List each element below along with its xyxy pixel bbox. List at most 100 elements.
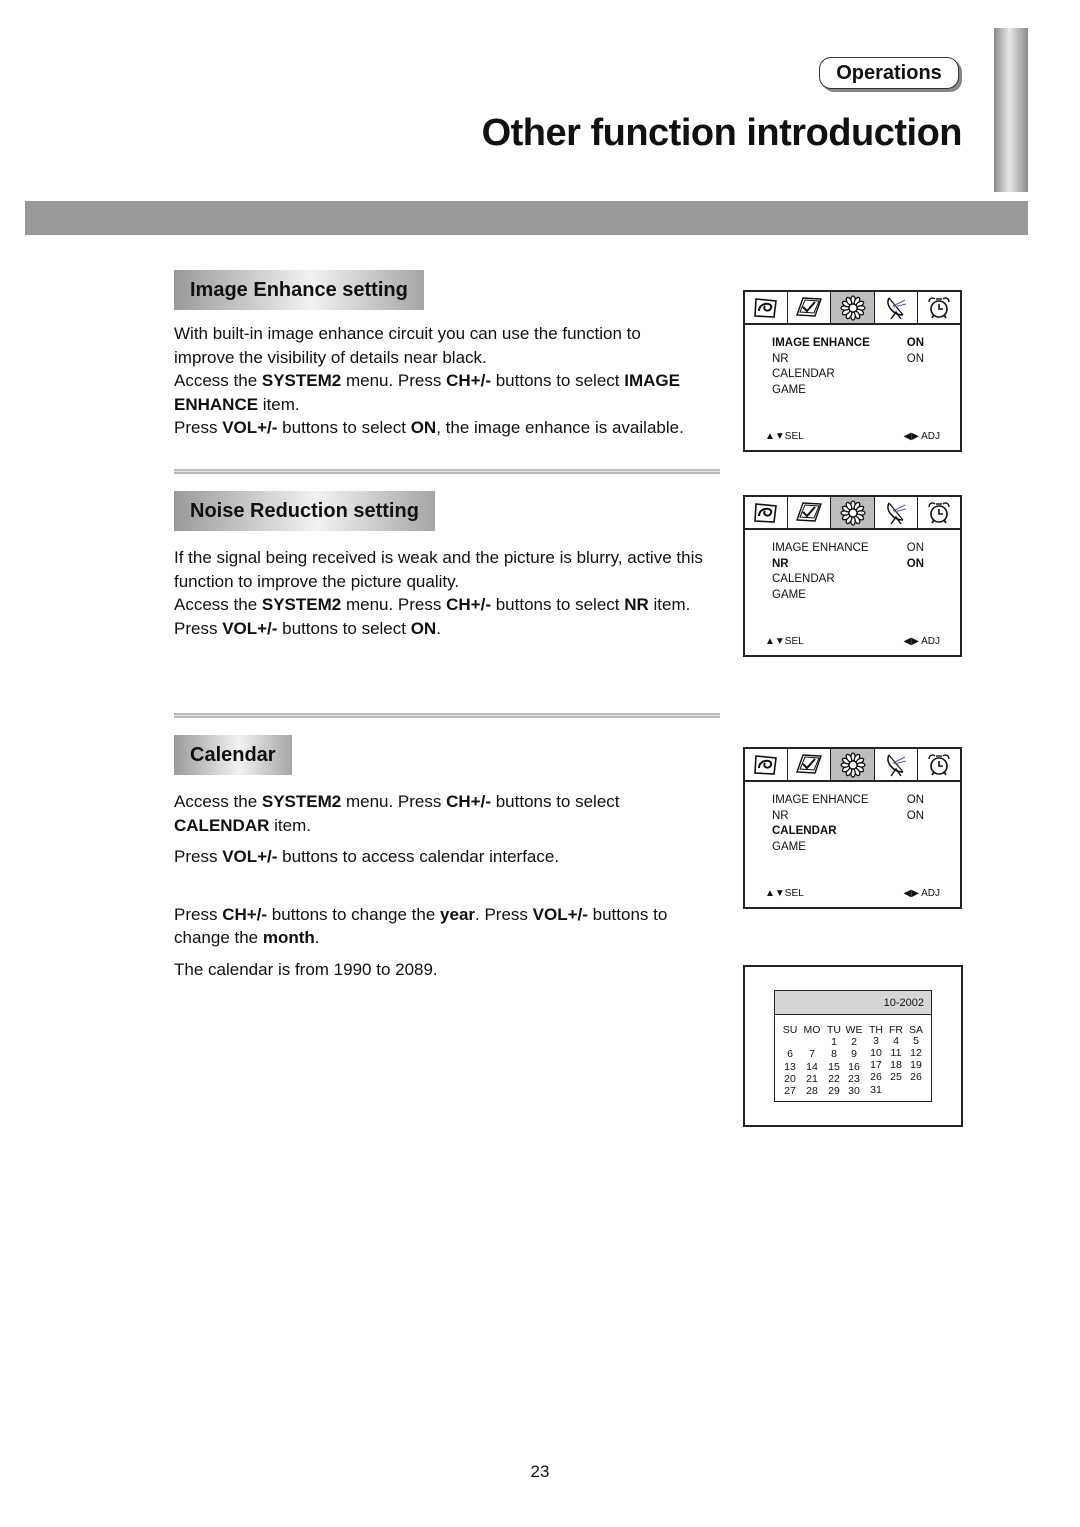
calendar-day: 28	[806, 1085, 818, 1098]
satellite-dish-icon	[875, 497, 918, 528]
alarm-clock-icon	[918, 749, 960, 780]
osd-item-label: NR	[772, 557, 789, 570]
text-run: The calendar is from 1990 to 2089.	[174, 959, 438, 979]
picture-icon	[745, 497, 789, 528]
bold-term: VOL+/-	[222, 618, 278, 638]
osd-tab-bar	[745, 497, 960, 530]
osd-item-value: ON	[906, 542, 924, 554]
osd-menu-item: NR ON	[772, 809, 924, 825]
calendar-panel: 10-2002 SU MO TU WE TH FR SA 1 2 3 4 5 6 7 8 9 10 11 12 13 1…	[774, 990, 932, 1102]
header-band	[25, 201, 1028, 235]
bold-term: CH+/-	[222, 904, 268, 924]
bold-term: VOL+/-	[222, 847, 278, 866]
osd-footer: ▲▼SEL ◀▶ ADJ	[765, 636, 940, 647]
text-run: menu. Press	[341, 595, 447, 614]
calendar-day: 14	[806, 1060, 818, 1073]
osd-item-label: CALENDAR	[772, 368, 835, 380]
osd-tab-bar	[745, 292, 960, 325]
osd-menu-screen: IMAGE ENHANCE ON NR ON CALENDAR GAME ▲▼SEL ◀▶ A…	[743, 290, 962, 452]
calendar-day: 15	[828, 1060, 840, 1073]
bold-term: SYSTEM2	[261, 595, 342, 614]
text-run: buttons to select	[277, 418, 411, 437]
bold-term: year	[440, 904, 476, 924]
text-run: , the image enhance is available.	[436, 418, 684, 437]
osd-menu-item: NR ON	[772, 557, 924, 573]
osd-footer: ▲▼SEL ◀▶ ADJ	[765, 431, 940, 442]
adjust-hint: ◀▶ ADJ	[903, 636, 941, 647]
osd-item-value: ON	[906, 794, 924, 806]
bold-term: month	[262, 928, 315, 947]
calendar-weekday: WE	[845, 1024, 863, 1036]
satellite-dish-icon	[875, 292, 918, 323]
osd-item-label: IMAGE ENHANCE	[772, 794, 869, 806]
calendar-day: 3	[873, 1034, 879, 1047]
section-divider	[174, 713, 720, 718]
section-heading-calendar: Calendar	[174, 735, 292, 775]
text-run: buttons to select	[490, 371, 625, 390]
calendar-weekday: SU	[782, 1024, 798, 1036]
calendar-day: 27	[784, 1085, 796, 1098]
system-gear-icon	[831, 497, 875, 528]
checkmark-icon	[788, 497, 832, 528]
osd-menu-item: NR ON	[772, 352, 924, 368]
text-run: If the signal being received is weak and…	[174, 548, 703, 591]
calendar-day: 30	[848, 1085, 860, 1098]
calendar-day: 13	[784, 1060, 796, 1073]
osd-item-label: CALENDAR	[772, 573, 835, 585]
calendar-month-year: 10-2002	[775, 991, 931, 1015]
bold-term: VOL+/-	[222, 418, 278, 437]
text-run: buttons to change the	[267, 904, 441, 924]
paragraph: Press VOL+/- buttons to access calendar …	[174, 845, 704, 869]
osd-menu-item: CALENDAR	[772, 824, 924, 840]
text-run: Press	[174, 418, 223, 437]
section-body-image-enhance: With built-in image enhance circuit you …	[174, 322, 704, 440]
calendar-day: 18	[890, 1059, 902, 1072]
text-run: buttons to access calendar interface.	[277, 847, 560, 866]
select-hint: ▲▼SEL	[765, 431, 804, 442]
osd-menu-screen: IMAGE ENHANCE ON NR ON CALENDAR GAME ▲▼SEL ◀▶ A…	[743, 747, 962, 909]
section-body-calendar: Access the SYSTEM2 menu. Press CH+/- but…	[174, 790, 704, 981]
text-run: buttons to select	[277, 618, 411, 638]
adjust-hint: ◀▶ ADJ	[903, 431, 941, 442]
text-run: item.	[258, 394, 300, 414]
osd-item-value: ON	[906, 337, 924, 349]
calendar-day: 22	[828, 1072, 840, 1085]
paragraph: Press VOL+/- buttons to select ON, the i…	[174, 416, 704, 440]
osd-item-value: ON	[906, 557, 924, 570]
section-body-noise-reduction: If the signal being received is weak and…	[174, 546, 704, 640]
calendar-day: 6	[787, 1048, 793, 1061]
text-run: Press	[174, 904, 223, 924]
checkmark-icon	[788, 292, 832, 323]
calendar-day: 8	[831, 1048, 837, 1061]
adjust-hint: ◀▶ ADJ	[903, 888, 941, 899]
text-run: menu. Press	[341, 371, 447, 390]
calendar-day: 31	[870, 1083, 882, 1096]
calendar-day: 20	[784, 1072, 796, 1085]
calendar-day: 26	[870, 1071, 882, 1084]
calendar-screen: 10-2002 SU MO TU WE TH FR SA 1 2 3 4 5 6 7 8 9 10 11 12 13 1…	[743, 965, 963, 1127]
paragraph: Access the SYSTEM2 menu. Press CH+/- but…	[174, 790, 704, 837]
osd-menu-body: IMAGE ENHANCE ON NR ON CALENDAR GAME ▲▼SEL ◀▶ A…	[745, 782, 960, 907]
calendar-weekday: MO	[803, 1024, 821, 1036]
paragraph: Access the SYSTEM2 menu. Press CH+/- but…	[174, 369, 704, 416]
osd-item-label: IMAGE ENHANCE	[772, 542, 869, 554]
osd-menu-body: IMAGE ENHANCE ON NR ON CALENDAR GAME ▲▼SEL ◀▶ A…	[745, 530, 960, 655]
paragraph: If the signal being received is weak and…	[174, 546, 704, 593]
bold-term: NR	[624, 595, 649, 614]
text-run: .	[314, 928, 320, 947]
text-run: Access the	[174, 595, 262, 614]
text-run: . Press	[475, 904, 533, 924]
text-run: Press	[174, 618, 223, 638]
bold-term: ON	[410, 418, 437, 437]
osd-item-value: ON	[906, 352, 924, 365]
bold-term: ON	[410, 618, 437, 638]
page-number: 23	[530, 1462, 550, 1481]
osd-menu-screen: IMAGE ENHANCE ON NR ON CALENDAR GAME ▲▼SEL ◀▶ A…	[743, 495, 962, 657]
text-run: .	[436, 618, 441, 638]
calendar-day: 9	[851, 1048, 857, 1061]
osd-menu-item: CALENDAR	[772, 367, 924, 383]
system-gear-icon	[831, 749, 875, 780]
calendar-day: 5	[913, 1034, 919, 1047]
text-run: Access the	[174, 371, 262, 390]
osd-item-label: GAME	[772, 383, 806, 396]
